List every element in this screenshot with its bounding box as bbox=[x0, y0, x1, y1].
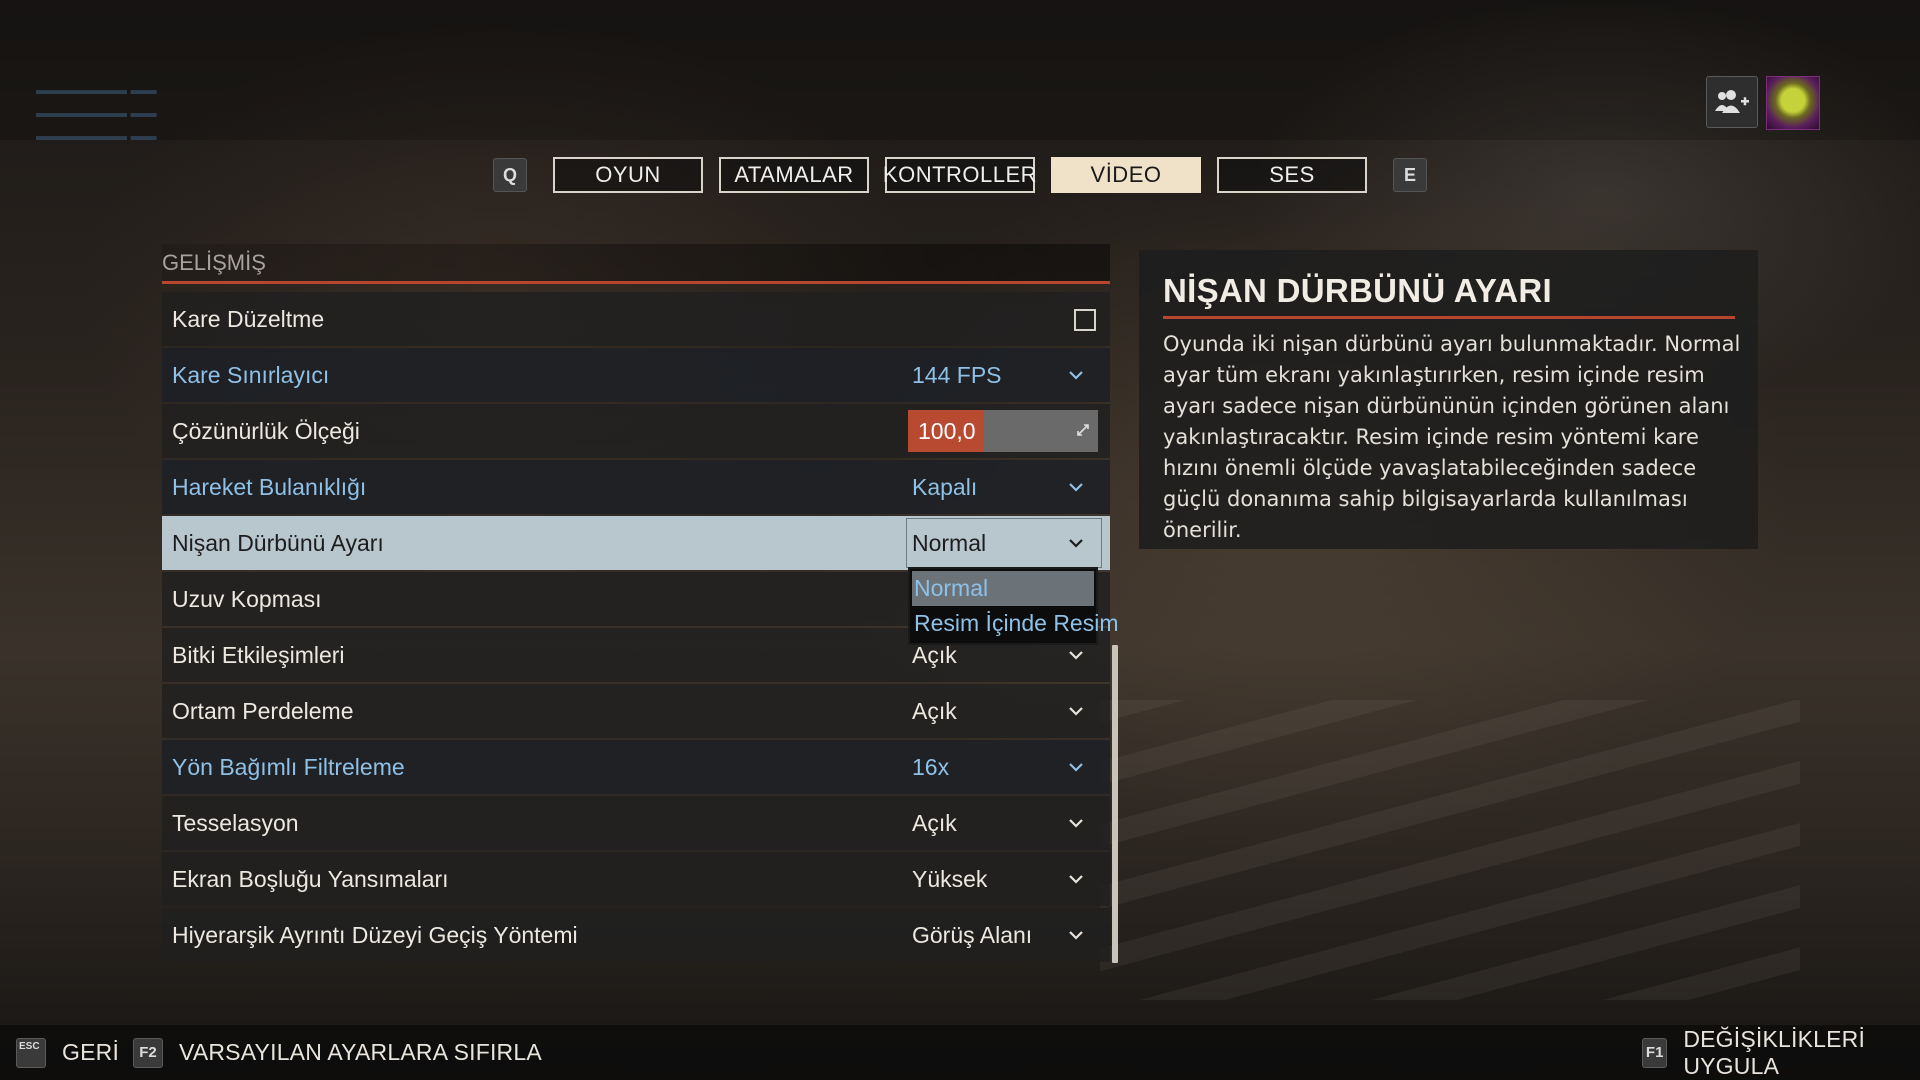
add-party-member-icon bbox=[1715, 90, 1749, 113]
setting-label: Ortam Perdeleme bbox=[172, 697, 354, 724]
reset-defaults-hint[interactable]: F2 VARSAYILAN AYARLARA SIFIRLA bbox=[133, 1025, 542, 1080]
setting-row-kare-duzeltme[interactable]: Kare Düzeltme bbox=[162, 292, 1110, 346]
setting-row-tesselasyon[interactable]: Tesselasyon Açık bbox=[162, 796, 1110, 850]
f1-key: F1 bbox=[1642, 1037, 1668, 1068]
resolution-scale-slider[interactable]: 100,0 bbox=[908, 410, 1098, 452]
setting-row-hiyerarsik-ayrinti[interactable]: Hiyerarşik Ayrıntı Düzeyi Geçiş Yöntemi … bbox=[162, 908, 1110, 962]
background-light-stripes bbox=[1100, 700, 1800, 1000]
chevron-down-icon[interactable] bbox=[1068, 479, 1084, 495]
setting-label: Uzuv Kopması bbox=[172, 585, 322, 612]
back-label: GERİ bbox=[62, 1039, 120, 1065]
setting-value[interactable]: Görüş Alanı bbox=[912, 922, 1032, 949]
section-title: GELİŞMİŞ bbox=[162, 249, 266, 275]
setting-label: Kare Düzeltme bbox=[172, 305, 325, 332]
tab-next-key[interactable]: E bbox=[1393, 158, 1427, 192]
setting-row-cozunurluk-olcegi[interactable]: Çözünürlük Ölçeği 100,0 bbox=[162, 404, 1110, 458]
setting-row-hareket-bulanikligi[interactable]: Hareket Bulanıklığı Kapalı bbox=[162, 460, 1110, 514]
tab-atamalar[interactable]: ATAMALAR bbox=[719, 157, 869, 193]
f2-key: F2 bbox=[133, 1037, 163, 1068]
apply-changes-hint[interactable]: F1 DEĞİŞİKLİKLERİ UYGULA bbox=[1642, 1025, 1920, 1080]
esc-key: ESC bbox=[16, 1037, 46, 1068]
scope-setting-dropdown-menu: Normal Resim İçinde Resim bbox=[908, 567, 1119, 645]
dropdown-option-normal[interactable]: Normal bbox=[912, 571, 1094, 606]
tab-kontroller[interactable]: KONTROLLER bbox=[883, 157, 1037, 193]
setting-label: Çözünürlük Ölçeği bbox=[172, 417, 360, 444]
tab-oyun[interactable]: OYUN bbox=[553, 157, 703, 193]
settings-scrollbar[interactable] bbox=[1112, 645, 1118, 963]
background-faint-text: ▬▬▬▬▬▬▬ ▬▬ ▬▬▬▬▬▬▬ ▬▬ ▬▬▬▬▬▬▬ ▬▬ bbox=[36, 82, 157, 143]
setting-row-ekran-boslugu-yansimalari[interactable]: Ekran Boşluğu Yansımaları Yüksek bbox=[162, 852, 1110, 906]
setting-label: Nişan Dürbünü Ayarı bbox=[172, 529, 384, 556]
chevron-down-icon[interactable] bbox=[1068, 535, 1084, 551]
setting-label: Tesselasyon bbox=[172, 809, 299, 836]
bottom-hint-bar: ESC GERİ F2 VARSAYILAN AYARLARA SIFIRLA … bbox=[0, 1025, 1920, 1080]
setting-row-kare-sinirlayici[interactable]: Kare Sınırlayıcı 144 FPS bbox=[162, 348, 1110, 402]
chevron-down-icon[interactable] bbox=[1068, 927, 1084, 943]
expand-icon bbox=[1077, 424, 1089, 436]
setting-description-panel: NİŞAN DÜRBÜNÜ AYARI Oyunda iki nişan dür… bbox=[1139, 250, 1758, 549]
settings-tab-bar: Q OYUN ATAMALAR KONTROLLER VİDEO SES E bbox=[0, 157, 1920, 193]
setting-value[interactable]: Kapalı bbox=[912, 474, 977, 501]
setting-row-nisan-durbunu-ayari[interactable]: Nişan Dürbünü Ayarı Normal bbox=[162, 516, 1110, 570]
setting-value[interactable]: Açık bbox=[912, 698, 957, 725]
kare-duzeltme-checkbox[interactable] bbox=[1074, 309, 1096, 331]
dropdown-option-resim-icinde-resim[interactable]: Resim İçinde Resim bbox=[912, 606, 1119, 641]
setting-label: Ekran Boşluğu Yansımaları bbox=[172, 865, 449, 892]
setting-label: Yön Bağımlı Filtreleme bbox=[172, 753, 405, 780]
background-top-shade bbox=[0, 0, 1920, 140]
chevron-down-icon[interactable] bbox=[1068, 647, 1084, 663]
chevron-down-icon[interactable] bbox=[1068, 703, 1084, 719]
section-header: GELİŞMİŞ bbox=[162, 244, 1110, 284]
setting-value[interactable]: Normal bbox=[912, 530, 986, 557]
setting-value[interactable]: Yüksek bbox=[912, 866, 987, 893]
setting-label: Hareket Bulanıklığı bbox=[172, 473, 367, 500]
chevron-down-icon[interactable] bbox=[1068, 759, 1084, 775]
chevron-down-icon[interactable] bbox=[1068, 815, 1084, 831]
setting-value[interactable]: Açık bbox=[912, 642, 957, 669]
setting-value[interactable]: Açık bbox=[912, 810, 957, 837]
slider-value: 100,0 bbox=[918, 417, 976, 444]
setting-label: Bitki Etkileşimleri bbox=[172, 641, 345, 668]
tab-video[interactable]: VİDEO bbox=[1051, 157, 1201, 193]
setting-row-ortam-perdeleme[interactable]: Ortam Perdeleme Açık bbox=[162, 684, 1110, 738]
player-avatar[interactable] bbox=[1766, 76, 1820, 130]
setting-value[interactable]: 144 FPS bbox=[912, 362, 1002, 389]
apply-changes-label: DEĞİŞİKLİKLERİ UYGULA bbox=[1683, 1025, 1866, 1079]
setting-row-yon-bagimli-filtreleme[interactable]: Yön Bağımlı Filtreleme 16x bbox=[162, 740, 1110, 794]
description-title: NİŞAN DÜRBÜNÜ AYARI bbox=[1163, 272, 1735, 319]
setting-label: Hiyerarşik Ayrıntı Düzeyi Geçiş Yöntemi bbox=[172, 921, 578, 948]
setting-label: Kare Sınırlayıcı bbox=[172, 361, 330, 388]
back-hint[interactable]: ESC GERİ bbox=[16, 1025, 119, 1080]
tab-prev-key[interactable]: Q bbox=[493, 158, 527, 192]
chevron-down-icon[interactable] bbox=[1068, 871, 1084, 887]
setting-value[interactable]: 16x bbox=[912, 754, 949, 781]
add-party-member-button[interactable] bbox=[1706, 76, 1758, 128]
tab-ses[interactable]: SES bbox=[1217, 157, 1367, 193]
description-body: Oyunda iki nişan dürbünü ayarı bulunmakt… bbox=[1163, 332, 1741, 542]
reset-defaults-label: VARSAYILAN AYARLARA SIFIRLA bbox=[179, 1039, 542, 1065]
chevron-down-icon[interactable] bbox=[1068, 367, 1084, 383]
